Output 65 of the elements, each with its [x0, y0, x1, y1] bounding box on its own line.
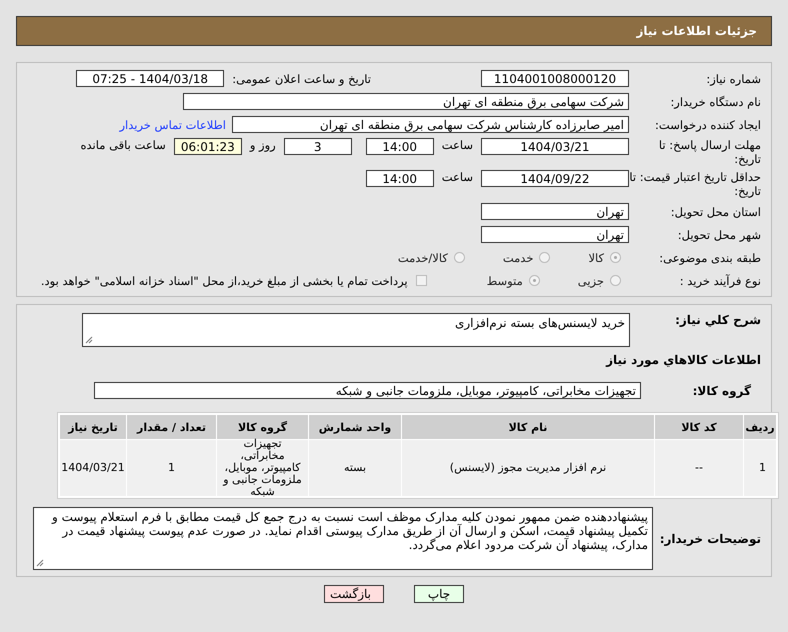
time-field[interactable]: 14:00: [366, 170, 434, 187]
column-header: واحد شمارش: [309, 415, 401, 439]
table-cell: 1404/03/21: [60, 440, 126, 496]
table-cell: 1: [127, 440, 216, 496]
radio-button[interactable]: [610, 275, 621, 286]
field-label: شرح کلي نياز:: [674, 313, 761, 327]
field-label: شماره نیاز:: [705, 72, 761, 86]
column-header: تاریخ نیاز: [60, 415, 126, 439]
field-label: توضیحات خریدار:: [658, 532, 761, 546]
remaining-time-field[interactable]: 06:01:23: [174, 138, 242, 155]
resize-grip-icon: [85, 336, 93, 344]
print-button[interactable]: چاپ: [414, 585, 464, 603]
field-label: ساعت باقی مانده: [80, 138, 166, 152]
radio-label: خدمت: [502, 250, 534, 264]
field-label: استان محل تحویل:: [670, 204, 761, 218]
field-label: ساعت: [442, 170, 473, 184]
table-cell: تجهیزات مخابراتی، کامپیوتر، موبایل، ملزومات جانبی و شبکه: [217, 440, 308, 496]
table-cell: --: [655, 440, 743, 496]
radio-button[interactable]: [528, 275, 540, 286]
radio-button[interactable]: [610, 252, 621, 263]
date-field[interactable]: 1404/03/21: [481, 138, 629, 155]
column-header: کد کالا: [655, 415, 743, 439]
radio-button[interactable]: [539, 252, 550, 263]
field-label: حداقل تاریخ اعتبار قیمت: تا تاریخ:: [629, 170, 761, 198]
field-label: تاریخ و ساعت اعلان عمومی:: [232, 72, 371, 86]
field-label: روز و: [250, 138, 276, 152]
field-label: نام دستگاه خریدار:: [669, 94, 761, 108]
column-header: گروه کالا: [217, 415, 308, 439]
payment-note: پرداخت تمام یا بخشی از مبلغ خرید،از محل "اسناد خزانه اسلامی" خواهد بود.: [40, 274, 408, 288]
field-label: طبقه بندی موضوعی:: [658, 250, 761, 264]
field-label: ساعت: [442, 138, 473, 152]
column-header: تعداد / مقدار: [127, 415, 216, 439]
field-label: مهلت ارسال پاسخ: تا تاریخ:: [658, 138, 761, 166]
table-cell: بسته: [309, 440, 401, 496]
back-button[interactable]: بازگشت: [324, 585, 384, 603]
radio-label: کالا/خدمت: [398, 250, 448, 264]
notes-textarea[interactable]: پیشنهاددهنده ضمن ممهور نمودن کلیه مدارک موظف است نسبت به درج جمع کل قیمت مطابق با فرم استعلام پیوست و تکمیل پیشنهاد قیمت، اسکن و ارسال آن از طریق مدارک پیوستی اقدام نماید. در صورت عدم پیوست پیشنهاد قیمت در مدارک، پیشنهاد آن شرکت مردود اعلام می‌گردد.: [33, 507, 653, 570]
field-label: شهر محل تحویل:: [676, 228, 761, 242]
page-title: جزئیات اطلاعات نیاز: [636, 24, 757, 38]
announce-date-field[interactable]: 1404/03/18 - 07:25: [76, 70, 224, 87]
contact-link[interactable]: اطلاعات تماس خریدار: [119, 118, 226, 132]
days-field[interactable]: 3: [284, 138, 352, 155]
field-label: ایجاد کننده درخواست:: [654, 118, 761, 132]
goods-group-field[interactable]: تجهیزات مخابراتی، کامپیوتر، موبایل، ملزومات جانبی و شبکه: [94, 382, 641, 399]
section-heading: اطلاعات کالاهاي مورد نياز: [604, 353, 761, 367]
province-field[interactable]: تهران: [481, 203, 629, 220]
creator-field[interactable]: امیر صابرزاده کارشناس شرکت سهامی برق منطقه ای تهران: [232, 116, 629, 133]
summary-textarea[interactable]: خرید لایسنس‌های بسته نرم‌افزاری: [82, 313, 630, 347]
radio-label: کالا: [588, 250, 604, 264]
field-label: گروه کالا:: [692, 384, 751, 398]
buyer-org-field[interactable]: شرکت سهامی برق منطقه ای تهران: [183, 93, 629, 110]
checkbox[interactable]: [416, 275, 427, 286]
resize-grip-icon: [36, 559, 44, 567]
column-header: ردیف: [744, 415, 776, 439]
date-field[interactable]: 1404/09/22: [481, 170, 629, 187]
table-cell: نرم افزار مدیریت مجوز (لایسنس): [402, 440, 654, 496]
table-cell: 1: [744, 440, 776, 496]
radio-label: متوسط: [486, 274, 523, 288]
time-field[interactable]: 14:00: [366, 138, 434, 155]
city-field[interactable]: تهران: [481, 226, 629, 243]
column-header: نام کالا: [402, 415, 654, 439]
radio-label: جزیی: [578, 274, 604, 288]
need-number-field[interactable]: 1104001008000120: [481, 70, 629, 87]
radio-button[interactable]: [454, 252, 465, 263]
field-label: نوع فرآیند خرید :: [678, 274, 761, 288]
